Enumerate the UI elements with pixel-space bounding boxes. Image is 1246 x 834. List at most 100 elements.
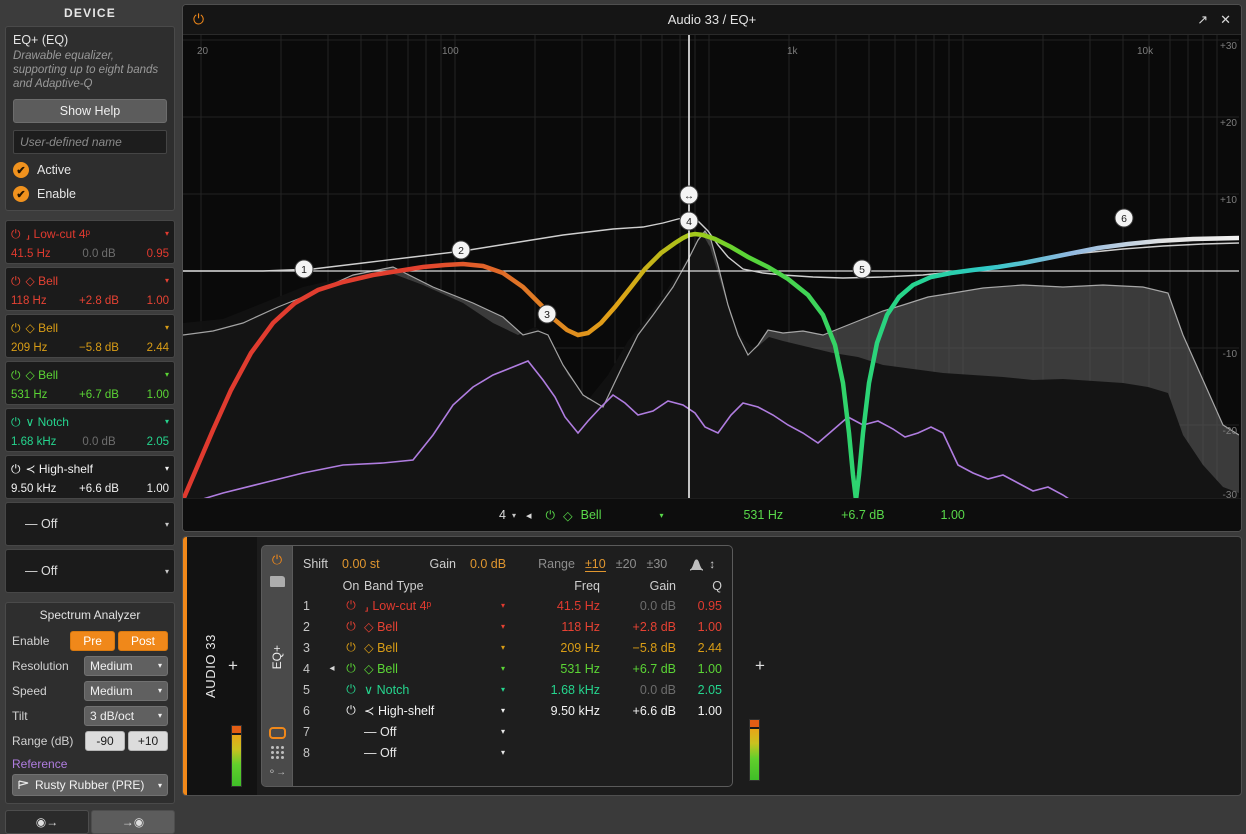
chevron-down-icon[interactable]: ▾ bbox=[165, 417, 169, 426]
band-gain-value[interactable]: 0.0 dB bbox=[63, 248, 135, 260]
row-solo-icon[interactable] bbox=[323, 679, 341, 700]
chevron-down-icon[interactable]: ▾ bbox=[484, 721, 522, 742]
band-table-row[interactable]: 8 — Off ▾ bbox=[303, 742, 722, 763]
footer-power-icon[interactable]: ⏻ bbox=[546, 508, 556, 523]
eq-curve-graph[interactable]: ↔ 1 2 3 4 5 6 20 100 1k 10k +30 +20 +10 … bbox=[183, 35, 1241, 501]
band-q-value[interactable]: 1.00 bbox=[135, 295, 169, 307]
grid-dots-icon[interactable] bbox=[270, 745, 284, 759]
chevron-down-icon[interactable]: ▾ bbox=[484, 595, 522, 616]
band-q-value[interactable]: 2.05 bbox=[135, 436, 169, 448]
chevron-down-icon[interactable]: ▾ bbox=[165, 323, 169, 332]
row-band-type[interactable]: ◇ Bell bbox=[361, 637, 484, 658]
rack-empty-slot[interactable]: + bbox=[733, 537, 1241, 795]
band-table-row[interactable]: 7 — Off ▾ bbox=[303, 721, 722, 742]
chevron-down-icon[interactable]: ▾ bbox=[165, 464, 169, 473]
band-q-value[interactable]: 1.00 bbox=[135, 389, 169, 401]
row-solo-icon[interactable] bbox=[323, 595, 341, 616]
enable-toggle-row[interactable]: ✔ Enable bbox=[13, 186, 167, 202]
sidebar-band-2[interactable]: ⏻ ◇ Bell ▾ 118 Hz +2.8 dB 1.00 bbox=[5, 267, 175, 311]
chevron-down-icon[interactable]: ▾ bbox=[512, 511, 516, 520]
row-power-icon[interactable]: ⏻ bbox=[341, 595, 361, 616]
add-device-button-2[interactable]: + bbox=[755, 656, 765, 676]
chevron-down-icon[interactable]: ▾ bbox=[484, 658, 522, 679]
shift-value[interactable]: 0.00 st bbox=[342, 557, 380, 571]
band-gain-value[interactable]: +2.8 dB bbox=[63, 295, 135, 307]
row-freq-value[interactable]: 531 Hz bbox=[522, 658, 600, 679]
range-option-20[interactable]: ±20 bbox=[616, 557, 637, 571]
sidebar-band-6[interactable]: ⏻ ≺ High-shelf ▾ 9.50 kHz +6.6 dB 1.00 bbox=[5, 455, 175, 499]
bell-curve-icon[interactable] bbox=[689, 558, 704, 571]
row-power-icon[interactable] bbox=[341, 721, 361, 742]
map-in-button[interactable]: ◉→ bbox=[5, 810, 89, 834]
user-defined-name-input[interactable]: User-defined name bbox=[13, 130, 167, 154]
row-q-value[interactable] bbox=[676, 721, 722, 742]
band-table-row[interactable]: 6 ⏻ ≺ High-shelf ▾ 9.50 kHz +6.6 dB 1.00 bbox=[303, 700, 722, 721]
row-gain-value[interactable]: +2.8 dB bbox=[600, 616, 676, 637]
band-freq-value[interactable]: 41.5 Hz bbox=[11, 248, 63, 260]
row-band-type[interactable]: — Off bbox=[361, 721, 484, 742]
chevron-down-icon[interactable]: ▾ bbox=[659, 511, 663, 520]
footer-band-index[interactable]: 4 bbox=[499, 508, 506, 522]
band-q-value[interactable]: 0.95 bbox=[135, 248, 169, 260]
footer-band-type[interactable]: Bell bbox=[581, 508, 602, 522]
band-type-label[interactable]: ≺ High-shelf bbox=[26, 462, 93, 476]
row-freq-value[interactable]: 41.5 Hz bbox=[522, 595, 600, 616]
row-q-value[interactable]: 1.00 bbox=[676, 616, 722, 637]
updown-arrow-icon[interactable]: ↕ bbox=[709, 557, 715, 571]
band-power-icon[interactable]: ⏻ bbox=[11, 416, 21, 428]
band-type-label[interactable]: ◇ Bell bbox=[26, 321, 59, 335]
band-power-icon[interactable]: ⏻ bbox=[11, 228, 21, 240]
sidebar-band-4[interactable]: ⏻ ◇ Bell ▾ 531 Hz +6.7 dB 1.00 bbox=[5, 361, 175, 405]
band-gain-value[interactable]: −5.8 dB bbox=[63, 342, 135, 354]
chevron-down-icon[interactable]: ▾ bbox=[484, 637, 522, 658]
popout-icon[interactable]: ↗ bbox=[1197, 13, 1208, 26]
band-power-icon[interactable]: ⏻ bbox=[11, 322, 21, 334]
row-q-value[interactable]: 0.95 bbox=[676, 595, 722, 616]
row-freq-value[interactable]: 1.68 kHz bbox=[522, 679, 600, 700]
band-freq-value[interactable]: 531 Hz bbox=[11, 389, 63, 401]
row-power-icon[interactable]: ⏻ bbox=[341, 616, 361, 637]
row-gain-value[interactable]: 0.0 dB bbox=[600, 679, 676, 700]
row-band-type[interactable]: ◇ Bell bbox=[361, 616, 484, 637]
row-band-type[interactable]: ≺ High-shelf bbox=[361, 700, 484, 721]
band-gain-value[interactable]: +6.6 dB bbox=[63, 483, 135, 495]
active-toggle-row[interactable]: ✔ Active bbox=[13, 162, 167, 178]
row-gain-value[interactable]: 0.0 dB bbox=[600, 595, 676, 616]
row-gain-value[interactable]: +6.6 dB bbox=[600, 700, 676, 721]
sidebar-band-off-8[interactable]: — Off ▾ bbox=[5, 549, 175, 593]
row-gain-value[interactable] bbox=[600, 721, 676, 742]
row-power-icon[interactable]: ⏻ bbox=[341, 658, 361, 679]
range-option-30[interactable]: ±30 bbox=[646, 557, 667, 571]
row-gain-value[interactable]: +6.7 dB bbox=[600, 658, 676, 679]
reference-select[interactable]: Rusty Rubber (PRE) ▾ bbox=[12, 774, 168, 796]
row-solo-icon[interactable] bbox=[323, 742, 341, 763]
band-power-icon[interactable]: ⏻ bbox=[11, 275, 21, 287]
row-power-icon[interactable] bbox=[341, 742, 361, 763]
row-q-value[interactable] bbox=[676, 742, 722, 763]
row-q-value[interactable]: 2.44 bbox=[676, 637, 722, 658]
row-freq-value[interactable]: 118 Hz bbox=[522, 616, 600, 637]
chevron-down-icon[interactable]: ▾ bbox=[484, 616, 522, 637]
sidebar-band-5[interactable]: ⏻ ∨ Notch ▾ 1.68 kHz 0.0 dB 2.05 bbox=[5, 408, 175, 452]
band-type-label[interactable]: ◇ Bell bbox=[26, 368, 59, 382]
band-table-row[interactable]: 5 ⏻ ∨ Notch ▾ 1.68 kHz 0.0 dB 2.05 bbox=[303, 679, 722, 700]
row-solo-icon[interactable] bbox=[323, 700, 341, 721]
row-band-type[interactable]: ◇ Bell bbox=[361, 658, 484, 679]
row-band-type[interactable]: ∨ Notch bbox=[361, 679, 484, 700]
folder-icon[interactable] bbox=[269, 576, 285, 587]
analyzer-pre-button[interactable]: Pre bbox=[70, 630, 115, 651]
map-out-button[interactable]: →◉ bbox=[91, 810, 175, 834]
row-freq-value[interactable]: 209 Hz bbox=[522, 637, 600, 658]
range-option-10[interactable]: ±10 bbox=[584, 557, 606, 572]
row-freq-value[interactable] bbox=[522, 742, 600, 763]
band-table-row[interactable]: 2 ⏻ ◇ Bell ▾ 118 Hz +2.8 dB 1.00 bbox=[303, 616, 722, 637]
row-power-icon[interactable]: ⏻ bbox=[341, 679, 361, 700]
band-q-value[interactable]: 1.00 bbox=[135, 483, 169, 495]
band-q-value[interactable]: 2.44 bbox=[135, 342, 169, 354]
close-icon[interactable]: ✕ bbox=[1220, 13, 1231, 26]
chevron-down-icon[interactable]: ▾ bbox=[165, 229, 169, 238]
solo-speaker-icon[interactable]: ◂ bbox=[526, 509, 532, 522]
analyzer-post-button[interactable]: Post bbox=[117, 630, 168, 651]
footer-freq-value[interactable]: 531 Hz bbox=[743, 508, 783, 522]
row-solo-icon[interactable] bbox=[323, 637, 341, 658]
